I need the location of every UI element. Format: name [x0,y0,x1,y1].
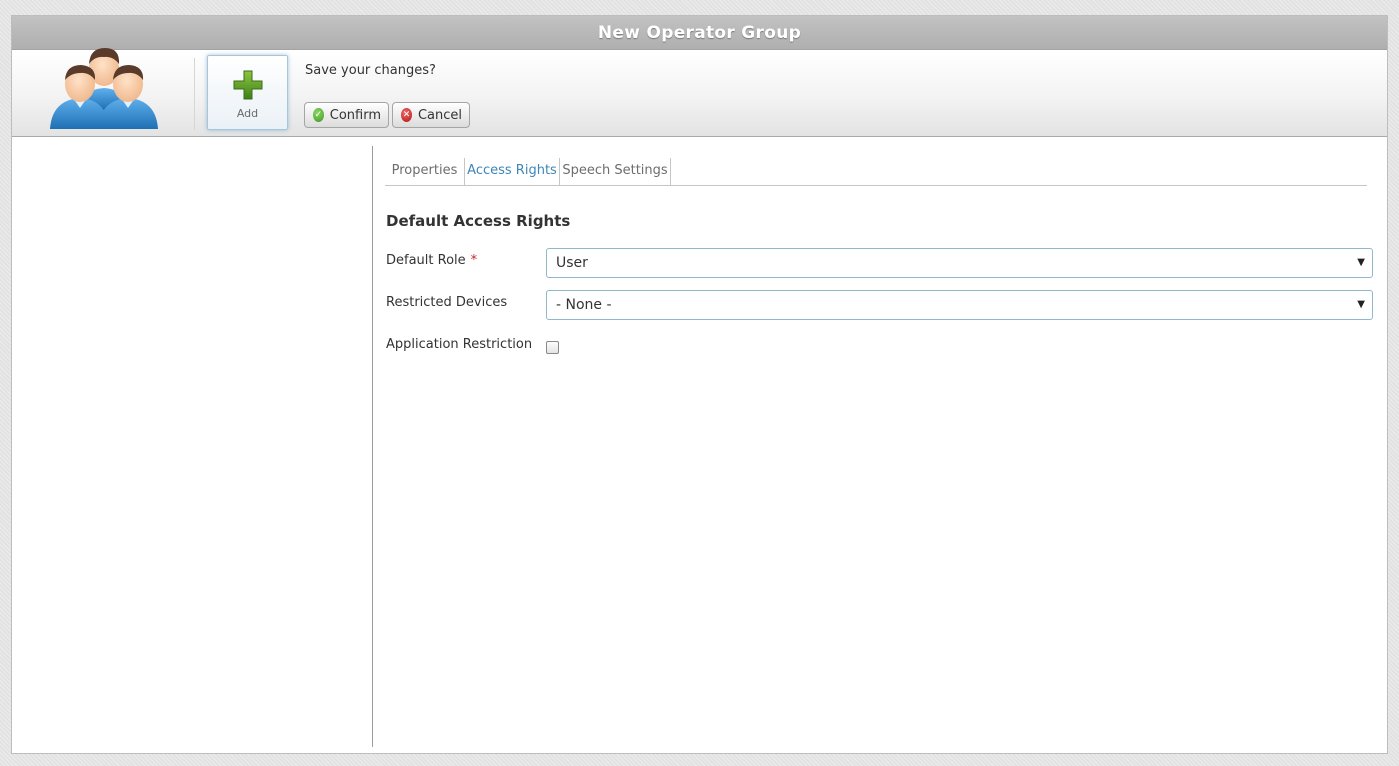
restricted-devices-label: Restricted Devices [386,295,508,310]
application-restriction-label: Application Restriction [386,337,533,352]
application-restriction-checkbox[interactable] [546,341,559,354]
default-role-select[interactable]: User ▼ [546,248,1373,278]
section-title: Default Access Rights [386,212,571,230]
confirm-button[interactable]: ✓ Confirm [304,102,389,128]
add-button[interactable]: Add [207,55,288,130]
content-area: Properties Access Rights Speech Settings… [12,138,1387,753]
panel-divider [372,146,373,747]
required-marker: * [470,253,478,268]
tab-properties[interactable]: Properties [385,158,465,185]
default-role-label: Default Role * [386,253,477,268]
tab-bar: Properties Access Rights Speech Settings [385,158,1367,186]
save-prompt: Save your changes? [305,63,436,78]
left-panel [12,138,372,753]
tab-access-rights[interactable]: Access Rights [465,158,560,185]
tab-speech-settings[interactable]: Speech Settings [560,158,671,185]
confirm-button-label: Confirm [329,107,381,123]
default-role-value: User [556,255,588,271]
add-button-label: Add [236,107,259,120]
toolbar: Add Save your changes? ✓ Confirm ✕ Cance… [12,48,1387,137]
cancel-button-label: Cancel [417,107,462,123]
toolbar-divider [194,58,195,130]
close-icon: ✕ [401,108,412,122]
cancel-button[interactable]: ✕ Cancel [392,102,470,128]
restricted-devices-value: - None - [556,297,612,313]
operator-group-icon [50,48,158,129]
dropdown-arrow-icon: ▼ [1357,257,1365,268]
checkmark-icon: ✓ [313,108,324,122]
plus-icon [233,70,263,100]
restricted-devices-select[interactable]: - None - ▼ [546,290,1373,320]
main-panel: Properties Access Rights Speech Settings… [385,138,1387,753]
default-role-label-text: Default Role [386,253,466,268]
dropdown-arrow-icon: ▼ [1357,299,1365,310]
window-title: New Operator Group [12,16,1387,50]
operator-group-window: New Operator Group Add Save your changes… [11,15,1388,754]
